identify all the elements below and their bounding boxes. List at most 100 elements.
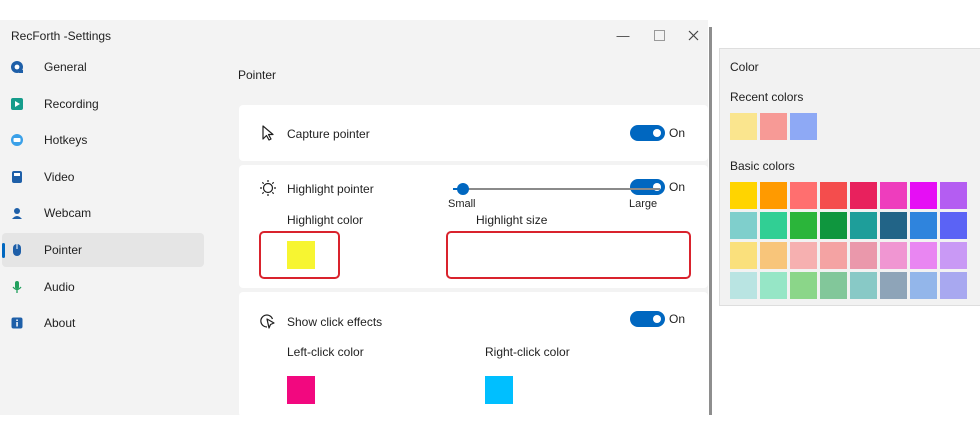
color-panel-title: Color	[730, 60, 759, 74]
click-effects-toggle-label: On	[669, 312, 686, 326]
sidebar-item-label: Hotkeys	[44, 133, 88, 147]
basic-color-swatch[interactable]	[820, 242, 847, 269]
sidebar-item-pointer[interactable]: Pointer	[2, 233, 204, 267]
basic-color-swatch[interactable]	[760, 242, 787, 269]
recent-color-swatch[interactable]	[790, 113, 817, 140]
click-effects-toggle[interactable]	[630, 311, 665, 327]
basic-color-swatch[interactable]	[940, 182, 967, 209]
settings-window: RecForth -Settings — General Recording H…	[0, 20, 708, 417]
capture-pointer-label: Capture pointer	[287, 127, 370, 141]
sidebar-item-video[interactable]: Video	[2, 160, 204, 194]
recording-icon	[10, 97, 24, 111]
sidebar-item-hotkeys[interactable]: Hotkeys	[2, 123, 204, 157]
basic-color-swatch[interactable]	[880, 272, 907, 299]
basic-color-swatch[interactable]	[910, 242, 937, 269]
page-title: Pointer	[238, 68, 277, 82]
sidebar-item-label: Recording	[44, 97, 99, 111]
basic-color-swatch[interactable]	[760, 272, 787, 299]
left-click-color-swatch[interactable]	[287, 376, 315, 404]
capture-pointer-card: Capture pointer On	[239, 105, 708, 161]
window-title: RecForth -Settings	[11, 29, 112, 43]
basic-color-swatch[interactable]	[760, 182, 787, 209]
left-click-color-label: Left-click color	[287, 345, 364, 359]
sidebar-item-label: General	[44, 60, 87, 74]
microphone-icon	[10, 280, 24, 294]
basic-color-swatch[interactable]	[790, 272, 817, 299]
basic-color-swatch[interactable]	[790, 212, 817, 239]
sidebar-item-about[interactable]: About	[2, 306, 204, 340]
right-click-color-swatch[interactable]	[485, 376, 513, 404]
sidebar-item-label: Video	[44, 170, 75, 184]
recent-colors-label: Recent colors	[730, 90, 804, 104]
highlight-size-slider-track[interactable]	[453, 188, 660, 190]
sidebar-item-label: About	[44, 316, 76, 330]
close-button[interactable]	[684, 26, 702, 44]
pointer-settings-content: Pointer Capture pointer On Highlight poi…	[210, 50, 708, 417]
basic-color-swatch[interactable]	[910, 182, 937, 209]
sidebar-item-recording[interactable]: Recording	[2, 87, 204, 121]
gear-icon	[10, 60, 24, 74]
video-icon	[10, 170, 24, 184]
basic-color-swatch[interactable]	[820, 272, 847, 299]
slider-min-label: Small	[448, 198, 476, 210]
basic-color-swatch[interactable]	[730, 272, 757, 299]
click-cursor-icon	[260, 314, 275, 329]
color-picker-panel: Color Recent colors Basic colors	[719, 48, 980, 306]
basic-color-swatch[interactable]	[730, 242, 757, 269]
sun-icon	[260, 180, 276, 196]
basic-color-swatch[interactable]	[730, 182, 757, 209]
sidebar-item-label: Pointer	[44, 243, 83, 257]
basic-color-swatch[interactable]	[820, 212, 847, 239]
sidebar-item-label: Audio	[44, 280, 75, 294]
slider-max-label: Large	[629, 198, 658, 210]
mouse-icon	[10, 243, 24, 257]
basic-color-swatch[interactable]	[850, 272, 877, 299]
info-icon	[10, 316, 24, 330]
basic-color-swatch[interactable]	[730, 212, 757, 239]
minimize-button[interactable]: —	[614, 26, 632, 44]
basic-color-swatch[interactable]	[820, 182, 847, 209]
basic-color-swatch[interactable]	[850, 182, 877, 209]
click-effects-label: Show click effects	[287, 315, 383, 329]
basic-color-swatch[interactable]	[790, 182, 817, 209]
highlight-pointer-toggle[interactable]	[630, 179, 665, 195]
basic-color-swatch[interactable]	[940, 272, 967, 299]
sidebar-item-general[interactable]: General	[2, 50, 204, 84]
maximize-icon	[653, 29, 665, 41]
capture-pointer-toggle-label: On	[669, 126, 686, 140]
basic-color-swatch[interactable]	[790, 242, 817, 269]
basic-color-swatch[interactable]	[940, 242, 967, 269]
maximize-button[interactable]	[650, 26, 668, 44]
highlight-size-label: Highlight size	[476, 213, 548, 227]
basic-color-swatch[interactable]	[760, 212, 787, 239]
basic-color-swatch[interactable]	[880, 212, 907, 239]
highlight-color-label: Highlight color	[287, 213, 364, 227]
sidebar-item-label: Webcam	[44, 206, 92, 220]
basic-color-swatch[interactable]	[850, 242, 877, 269]
capture-pointer-toggle[interactable]	[630, 125, 665, 141]
annotation-box-color	[259, 231, 340, 279]
basic-colors-label: Basic colors	[730, 159, 795, 173]
right-click-color-label: Right-click color	[485, 345, 570, 359]
webcam-icon	[10, 206, 24, 220]
sidebar-item-audio[interactable]: Audio	[2, 270, 204, 304]
close-icon	[688, 30, 698, 40]
basic-color-swatch[interactable]	[940, 212, 967, 239]
window-divider	[709, 27, 712, 415]
sidebar-item-webcam[interactable]: Webcam	[2, 196, 204, 230]
cursor-arrow-icon	[262, 125, 274, 141]
basic-color-swatch[interactable]	[880, 242, 907, 269]
basic-color-swatch[interactable]	[910, 272, 937, 299]
recent-color-swatch[interactable]	[760, 113, 787, 140]
keyboard-icon	[10, 133, 24, 147]
sidebar: General Recording Hotkeys Video Webcam P…	[0, 50, 210, 415]
basic-color-swatch[interactable]	[880, 182, 907, 209]
highlight-pointer-label: Highlight pointer	[287, 182, 374, 196]
title-bar: RecForth -Settings —	[0, 20, 708, 50]
click-effects-card: Show click effects On Left-click color R…	[239, 292, 708, 417]
basic-color-swatch[interactable]	[850, 212, 877, 239]
highlight-pointer-toggle-label: On	[669, 180, 686, 194]
basic-color-swatch[interactable]	[910, 212, 937, 239]
recent-color-swatch[interactable]	[730, 113, 757, 140]
annotation-box-size	[446, 231, 691, 279]
